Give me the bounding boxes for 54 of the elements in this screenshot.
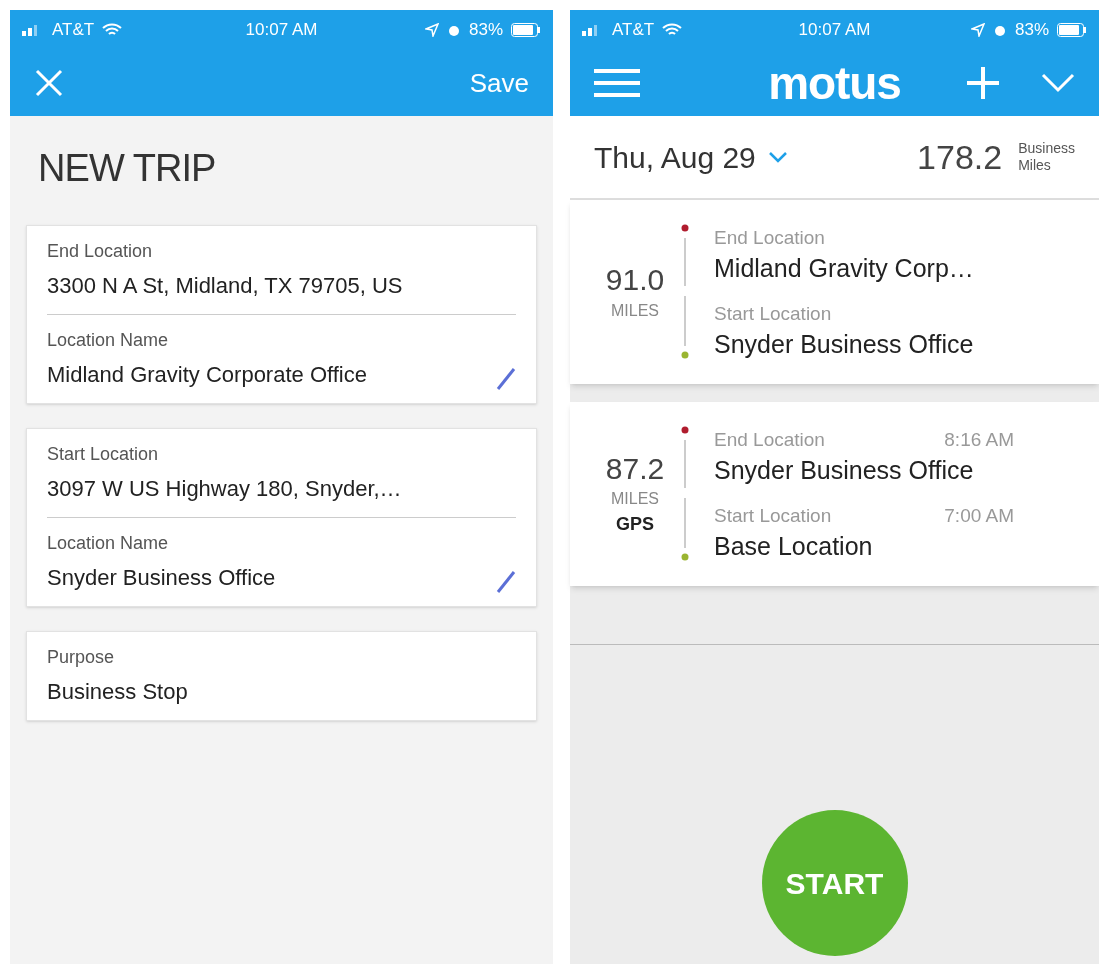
trip-time: 7:00 AM xyxy=(944,504,1014,528)
location-label: End Location xyxy=(714,428,825,453)
battery-icon xyxy=(1057,23,1087,37)
battery-icon xyxy=(511,23,541,37)
trip-miles: 91.0 xyxy=(605,262,665,299)
carrier-text: AT&T xyxy=(612,19,655,42)
field-label: Purpose xyxy=(47,646,116,669)
field-value[interactable]: Snyder Business Office xyxy=(47,561,496,594)
field-value[interactable]: 3300 N A St, Midland, TX 79705, US xyxy=(47,269,516,302)
trip-miles: 87.2 xyxy=(605,450,665,487)
battery-text: 83% xyxy=(468,19,503,42)
trip-card[interactable]: 87.2 MILES GPS End Location 8:16 AM Snyder Business Office Start Location 7:00 AM Base Location xyxy=(570,402,1099,586)
source-tag: GPS xyxy=(616,511,654,539)
location-label: Start Location xyxy=(714,302,832,326)
chevron-down-icon[interactable] xyxy=(1041,73,1075,93)
trip-time: 8:16 AM xyxy=(944,428,1014,453)
miles-unit: MILES xyxy=(611,489,659,510)
field-value[interactable]: Business Stop xyxy=(47,675,516,708)
menu-icon[interactable] xyxy=(594,68,640,98)
location-arrow-icon xyxy=(424,23,439,37)
total-miles: 178.2 xyxy=(917,136,1003,178)
location-name: Snyder Business Office xyxy=(714,328,975,360)
field-value[interactable]: 3097 W US Highway 180, Snyder,… xyxy=(47,472,516,505)
date-selector[interactable]: Thu, Aug 29 xyxy=(594,134,788,180)
field-value[interactable]: Midland Gravity Corporate Office xyxy=(47,358,496,391)
location-name: Snyder Business Office xyxy=(714,454,975,486)
clock-text: 10:07 AM xyxy=(797,19,872,42)
page-title: NEW TRIP xyxy=(37,146,217,191)
location-label: End Location xyxy=(714,226,825,251)
close-icon[interactable] xyxy=(34,68,64,98)
alarm-icon xyxy=(992,23,1007,37)
wifi-icon xyxy=(102,23,123,37)
trip-card[interactable]: 91.0 MILES End Location Midland Gravity Corp… Start Location Snyder Business Office xyxy=(570,200,1099,384)
app-logo: motus xyxy=(767,55,902,111)
location-name: Base Location xyxy=(714,530,874,562)
battery-text: 83% xyxy=(1014,19,1049,42)
clock-text: 10:07 AM xyxy=(244,19,319,42)
plus-icon[interactable] xyxy=(965,65,1001,101)
field-label: Location Name xyxy=(47,329,170,352)
field-label: Location Name xyxy=(47,532,170,555)
miles-unit: MILES xyxy=(611,300,659,321)
pencil-icon[interactable] xyxy=(496,367,516,391)
miles-caption: Business xyxy=(1018,139,1075,157)
alarm-icon xyxy=(446,23,461,37)
field-label: End Location xyxy=(47,240,154,263)
miles-caption: Miles xyxy=(1018,157,1052,175)
wifi-icon xyxy=(662,23,683,37)
chevron-down-icon xyxy=(767,151,788,163)
pencil-icon[interactable] xyxy=(496,570,516,594)
location-name: Midland Gravity Corp… xyxy=(714,252,975,284)
carrier-text: AT&T xyxy=(52,19,95,42)
location-label: Start Location xyxy=(714,504,832,528)
field-label: Start Location xyxy=(47,443,160,466)
location-arrow-icon xyxy=(970,23,985,37)
